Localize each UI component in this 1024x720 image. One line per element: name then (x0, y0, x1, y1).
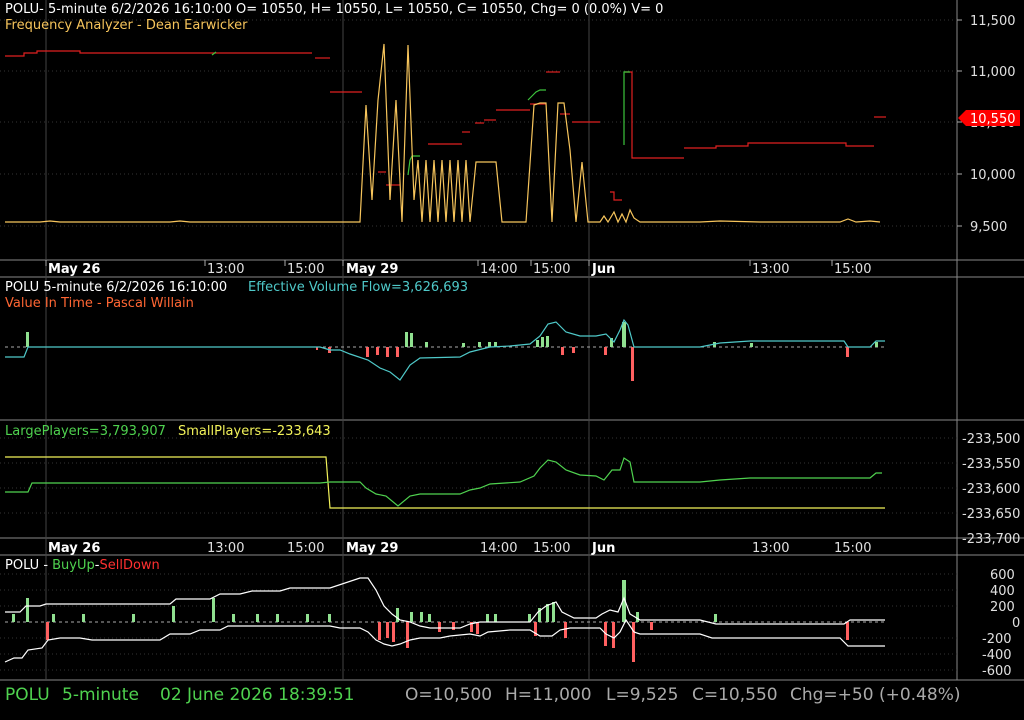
players-tick-label: -233,700 (962, 532, 1020, 547)
date-label: 13:00 (207, 541, 244, 556)
status-change: Chg=+50 (+0.48%) (790, 685, 961, 705)
buyup-bars (12, 580, 717, 622)
date-label: 15:00 (287, 262, 324, 277)
date-ticks-top (45, 260, 833, 266)
vit-bars (26, 322, 878, 381)
date-label: 15:00 (533, 262, 570, 277)
price-tick-label: 10,000 (970, 168, 1016, 183)
date-label: 13:00 (752, 262, 789, 277)
status-low: L=9,525 (606, 685, 679, 705)
buyup-selldown-line-lower (4, 618, 885, 663)
date-label: 14:00 (480, 541, 517, 556)
price-header: POLU- 5-minute 6/2/2026 16:10:00 O= 1055… (5, 2, 664, 17)
buyup-selldown-line-upper (5, 577, 885, 629)
effective-volume-flow-label: Effective Volume Flow=3,626,693 (248, 280, 469, 295)
vit-header: POLU 5-minute 6/2/2026 16:10:00 (5, 280, 228, 295)
vit-title: Value In Time - Pascal Willain (5, 296, 194, 311)
buyup-tick-label: 600 (990, 568, 1015, 583)
status-interval: 5-minute (62, 685, 139, 705)
date-label: 13:00 (207, 262, 244, 277)
date-label: 15:00 (287, 541, 324, 556)
date-label: 15:00 (834, 541, 871, 556)
date-label: May 29 (346, 262, 398, 277)
buyup-tick-label: -400 (982, 648, 1012, 663)
date-label: May 26 (48, 541, 100, 556)
status-high: H=11,000 (505, 685, 592, 705)
price-tick-label: 9,500 (970, 220, 1007, 235)
status-close: C=10,550 (692, 685, 778, 705)
status-symbol: POLU (5, 685, 50, 705)
large-players-line (5, 457, 882, 507)
buyup-prefix: POLU - (5, 558, 53, 573)
small-players-label: SmallPlayers=-233,643 (178, 424, 331, 439)
effective-volume-flow-line (5, 318, 885, 381)
buyup-tick-label: 400 (990, 584, 1015, 599)
players-tick-label: -233,500 (962, 432, 1020, 447)
selldown-label: SellDown (99, 558, 160, 573)
date-label: Jun (591, 262, 615, 277)
price-tick-label: 11,500 (970, 14, 1016, 29)
buyup-tick-label: 0 (1012, 616, 1020, 631)
players-tick-label: -233,550 (962, 457, 1020, 472)
price-tick-label: 11,000 (970, 65, 1016, 80)
date-label: Jun (591, 541, 615, 556)
price-tag-label: 10,550 (970, 112, 1016, 127)
status-datetime: 02 June 2026 18:39:51 (160, 685, 355, 705)
date-label: May 29 (346, 541, 398, 556)
date-label: 15:00 (834, 262, 871, 277)
players-gridlines (0, 437, 957, 514)
date-axis-bottom: May 26 13:00 15:00 May 29 14:00 15:00 Ju… (48, 541, 871, 556)
date-label: 14:00 (480, 262, 517, 277)
date-label: 13:00 (752, 541, 789, 556)
buyup-tick-label: -200 (982, 632, 1012, 647)
buyup-label: BuyUp (52, 558, 95, 573)
price-axis-ticks (957, 19, 962, 227)
large-players-label: LargePlayers=3,793,907 (5, 424, 166, 439)
buyup-header: POLU - BuyUp-SellDown (5, 558, 160, 573)
panel-frames (0, 0, 1024, 681)
date-axis-top: May 26 13:00 15:00 May 29 14:00 15:00 Ju… (48, 262, 871, 277)
chart-canvas: 11,500 11,000 10,500 10,000 9,500 10,550 (0, 0, 1024, 681)
players-tick-label: -233,650 (962, 507, 1020, 522)
date-label: 15:00 (533, 541, 570, 556)
frequency-analyzer-title: Frequency Analyzer - Dean Earwicker (5, 18, 248, 33)
last-price-tag: 10,550 (958, 110, 1020, 127)
status-bar: POLU 5-minute 02 June 2026 18:39:51 O=10… (0, 683, 1024, 709)
status-open: O=10,500 (405, 685, 493, 705)
buyup-tick-label: -600 (982, 664, 1012, 679)
players-tick-label: -233,600 (962, 482, 1020, 497)
red-step-lines (5, 50, 886, 201)
date-label: May 26 (48, 262, 100, 277)
buyup-tick-label: 200 (990, 600, 1015, 615)
vertical-gridlines (45, 0, 590, 680)
